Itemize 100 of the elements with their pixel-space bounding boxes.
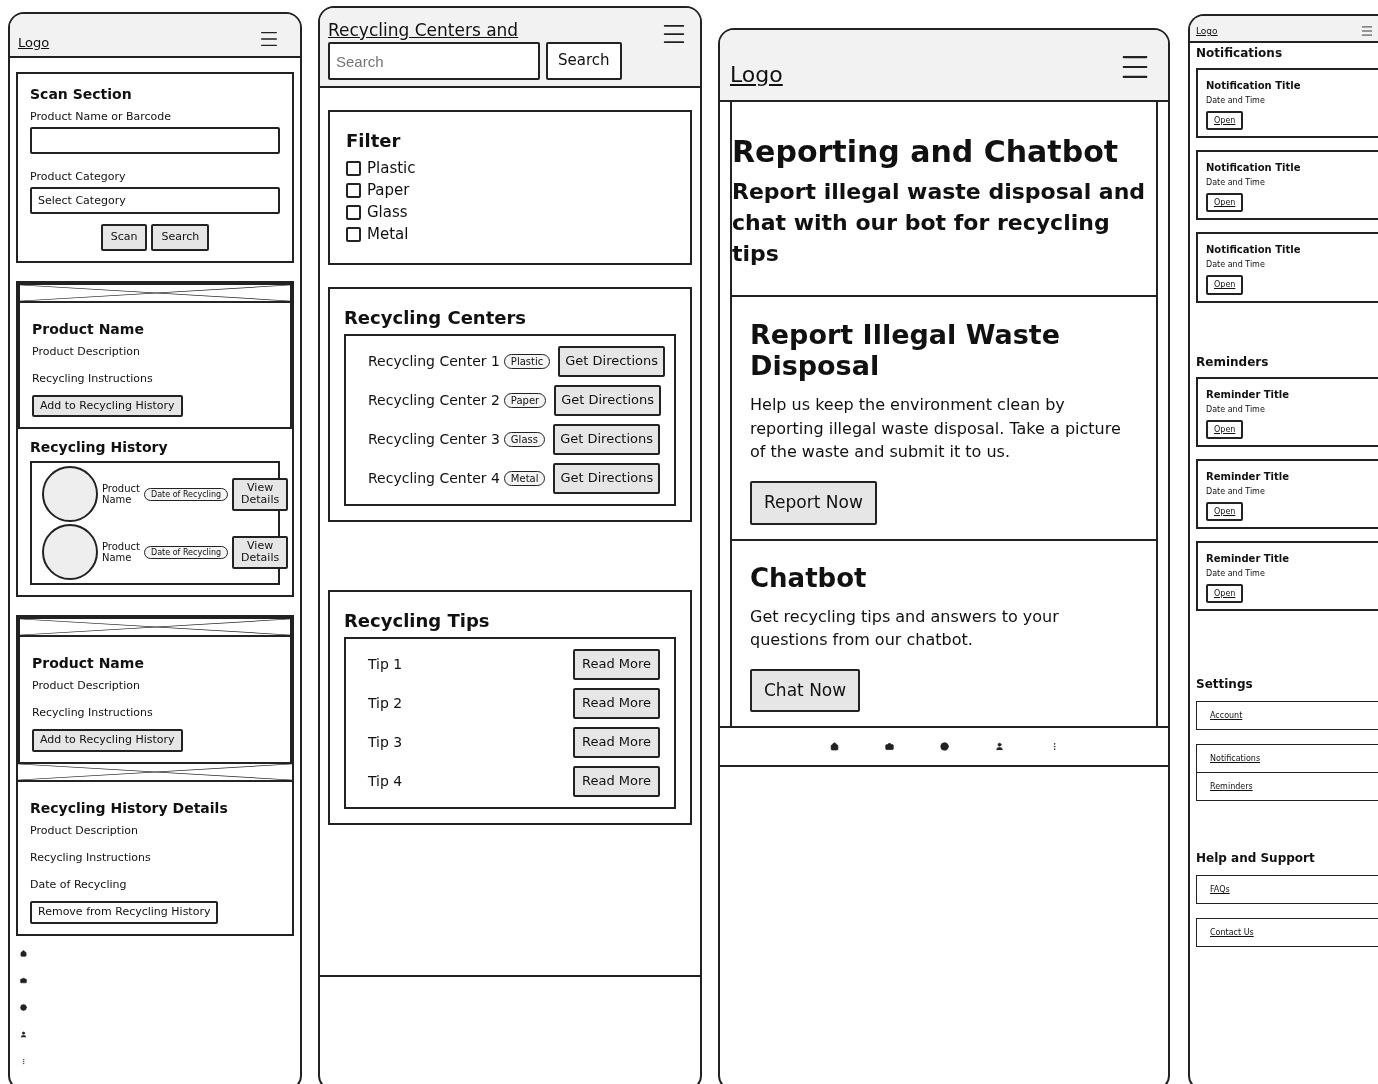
product-name: Product Name bbox=[102, 483, 140, 506]
directions-button[interactable]: Get Directions bbox=[553, 423, 660, 455]
card-title: Chatbot bbox=[750, 562, 868, 593]
open-button[interactable]: Open bbox=[1206, 419, 1244, 439]
avatar-circle bbox=[42, 466, 98, 523]
filter-checkbox[interactable] bbox=[346, 182, 361, 198]
product-title: Product Name bbox=[32, 320, 145, 337]
user-icon[interactable] bbox=[994, 742, 1004, 752]
open-button[interactable]: Open bbox=[1206, 275, 1244, 295]
logo-link[interactable]: Logo bbox=[1196, 26, 1218, 36]
notification-title: Notification Title bbox=[1206, 80, 1302, 91]
product-name: Product Name bbox=[102, 541, 140, 564]
recycling-instructions: Recycling Instructions bbox=[30, 850, 152, 864]
read-more-button[interactable]: Read More bbox=[572, 726, 660, 758]
settings-item[interactable]: Account bbox=[1196, 701, 1378, 731]
section-title: Filter bbox=[346, 130, 402, 151]
field-label: Product Name or Barcode bbox=[30, 110, 173, 123]
section-title: Help and Support bbox=[1196, 850, 1316, 865]
filter-label: Glass bbox=[367, 203, 408, 221]
notification-title: Notification Title bbox=[1206, 244, 1302, 256]
view-details-button[interactable]: View Details bbox=[232, 535, 289, 569]
filter-label: Metal bbox=[367, 225, 409, 243]
tip-label: Tip 4 bbox=[368, 773, 403, 790]
card-text: Get recycling tips and answers to your questions from our chatbot. bbox=[750, 605, 1060, 651]
card-text: Help us keep the environment clean by reporting illegal waste disposal. Take a picture of the waste and submit it to us. bbox=[750, 394, 1122, 463]
center-name: Recycling Center 1 bbox=[368, 353, 500, 370]
notification-title: Notification Title bbox=[1206, 162, 1302, 174]
section-title: Settings bbox=[1196, 677, 1254, 692]
date-tag: Date of Recycling bbox=[143, 545, 229, 559]
filter-checkbox[interactable] bbox=[346, 204, 361, 220]
view-details-button[interactable]: View Details bbox=[232, 477, 289, 511]
tip-label: Tip 2 bbox=[368, 695, 403, 712]
date-time: Date and Time bbox=[1206, 260, 1266, 270]
camera-icon[interactable] bbox=[20, 976, 27, 984]
directions-button[interactable]: Get Directions bbox=[553, 462, 661, 494]
product-description: Product Description bbox=[32, 679, 141, 693]
recycling-instructions: Recycling Instructions bbox=[32, 371, 154, 385]
filter-checkbox[interactable] bbox=[346, 160, 361, 176]
recycling-date: Date of Recycling bbox=[30, 877, 128, 891]
material-tag: Metal bbox=[503, 470, 546, 486]
category-select[interactable]: Select Category bbox=[30, 187, 280, 214]
section-title: Notifications bbox=[1196, 46, 1284, 60]
card-title: Report Illegal Waste Disposal bbox=[750, 319, 1061, 382]
settings-item[interactable]: FAQs bbox=[1196, 874, 1378, 904]
reminder-title: Reminder Title bbox=[1206, 388, 1291, 400]
logo-link[interactable]: Logo bbox=[18, 35, 50, 50]
read-more-button[interactable]: Read More bbox=[572, 648, 660, 680]
scan-button[interactable]: Scan bbox=[100, 224, 148, 251]
home-icon[interactable] bbox=[20, 949, 27, 957]
open-button[interactable]: Open bbox=[1206, 193, 1244, 213]
settings-item[interactable]: Reminders bbox=[1196, 771, 1378, 801]
add-to-history-button[interactable]: Add to Recycling History bbox=[32, 729, 183, 752]
settings-item[interactable]: Notifications bbox=[1196, 744, 1378, 774]
section-title: Scan Section bbox=[30, 86, 133, 102]
date-tag: Date of Recycling bbox=[143, 487, 229, 501]
page-title-link[interactable]: Recycling Centers and bbox=[328, 20, 622, 40]
date-time: Date and Time bbox=[1206, 404, 1266, 414]
recycling-instructions: Recycling Instructions bbox=[32, 706, 154, 720]
search-button[interactable]: Search bbox=[151, 224, 210, 251]
date-time: Date and Time bbox=[1206, 178, 1266, 188]
section-title: Reminders bbox=[1196, 354, 1270, 369]
chat-now-button[interactable]: Chat Now bbox=[750, 668, 861, 713]
search-button[interactable]: Search bbox=[546, 42, 622, 80]
tip-label: Tip 3 bbox=[368, 734, 403, 751]
directions-button[interactable]: Get Directions bbox=[558, 346, 665, 377]
filter-checkbox[interactable] bbox=[346, 226, 361, 242]
center-name: Recycling Center 4 bbox=[368, 470, 500, 487]
open-button[interactable]: Open bbox=[1206, 501, 1244, 521]
read-more-button[interactable]: Read More bbox=[572, 765, 660, 797]
filter-label: Plastic bbox=[367, 159, 416, 177]
camera-icon[interactable] bbox=[884, 742, 894, 752]
section-title: Recycling Centers bbox=[344, 307, 528, 328]
clock-icon[interactable] bbox=[20, 1003, 27, 1011]
user-icon[interactable] bbox=[20, 1030, 27, 1038]
center-name: Recycling Center 2 bbox=[368, 392, 500, 409]
open-button[interactable]: Open bbox=[1206, 111, 1244, 131]
date-time: Date and Time bbox=[1206, 568, 1266, 578]
filter-label: Paper bbox=[367, 181, 410, 199]
add-to-history-button[interactable]: Add to Recycling History bbox=[32, 394, 183, 418]
date-time: Date and Time bbox=[1206, 486, 1266, 496]
product-input-field[interactable] bbox=[30, 127, 280, 154]
date-time: Date and Time bbox=[1206, 96, 1266, 105]
section-title: Recycling History Details bbox=[30, 799, 229, 816]
logo-link[interactable]: Logo bbox=[730, 62, 783, 87]
reminder-title: Reminder Title bbox=[1206, 470, 1291, 482]
report-now-button[interactable]: Report Now bbox=[750, 480, 877, 525]
directions-button[interactable]: Get Directions bbox=[554, 384, 661, 416]
home-icon[interactable] bbox=[829, 742, 839, 752]
page-subtitle: Report illegal waste disposal and chat with our bot for recycling tips bbox=[732, 178, 1146, 268]
clock-icon[interactable] bbox=[939, 742, 949, 752]
open-button[interactable]: Open bbox=[1206, 583, 1244, 604]
section-title: Recycling Tips bbox=[344, 609, 491, 631]
section-title: Recycling History bbox=[30, 439, 169, 456]
product-description: Product Description bbox=[30, 823, 139, 837]
material-tag: Paper bbox=[503, 392, 547, 408]
remove-button[interactable]: Remove from Recycling History bbox=[30, 900, 219, 924]
settings-item[interactable]: Contact Us bbox=[1196, 917, 1378, 947]
material-tag: Plastic bbox=[503, 353, 551, 369]
read-more-button[interactable]: Read More bbox=[572, 687, 660, 719]
search-field[interactable]: Search bbox=[328, 42, 540, 80]
